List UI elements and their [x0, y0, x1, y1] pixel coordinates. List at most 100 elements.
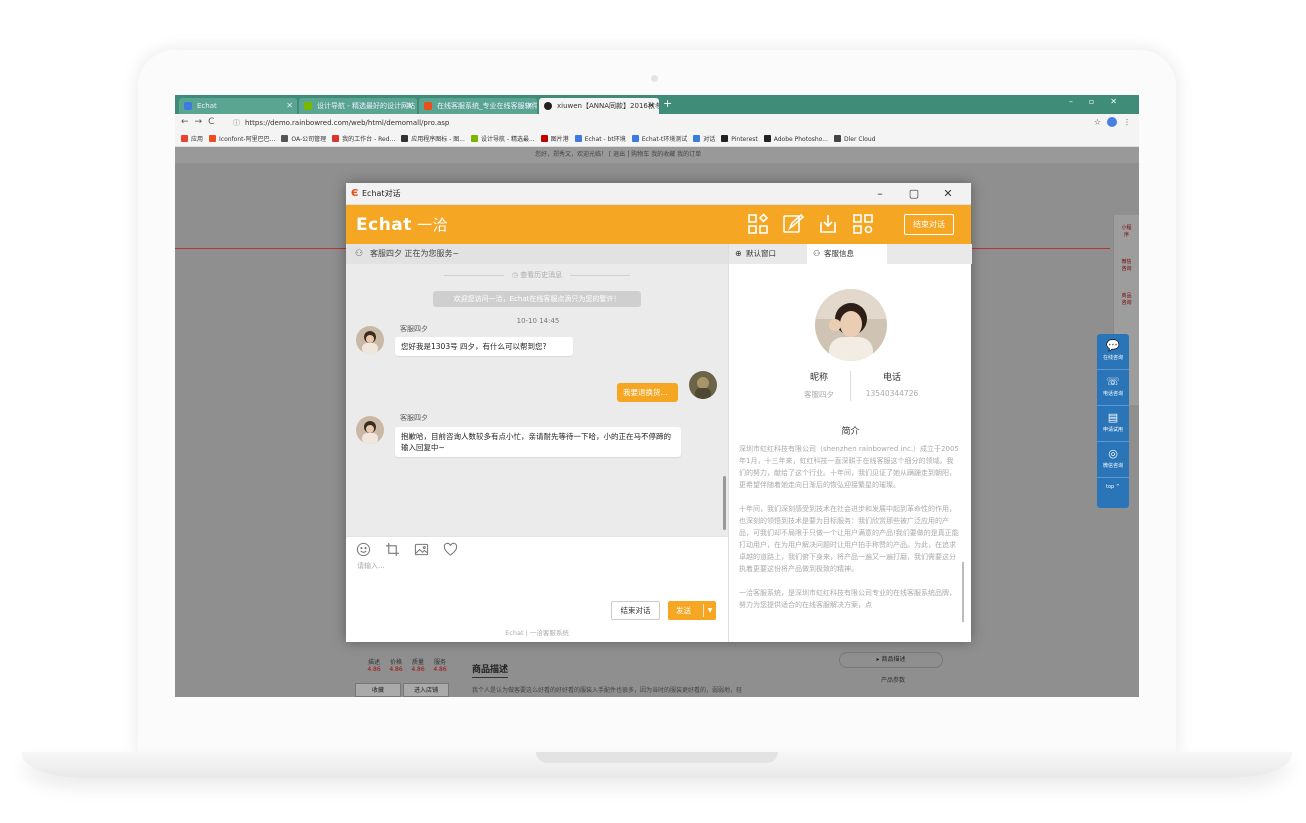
- float-apply-trial[interactable]: ▤ 申请试用: [1097, 406, 1129, 442]
- sidebar-item-miniprogram[interactable]: 小程序: [1114, 215, 1139, 249]
- end-chat-top-button[interactable]: 结束对话: [904, 214, 954, 235]
- sidebar-item-product[interactable]: 商品咨询: [1114, 283, 1139, 317]
- profile-avatar-icon[interactable]: [1107, 117, 1117, 127]
- bookmark-favicon-icon: [574, 135, 582, 142]
- message-composer: 请输入... 结束对话 发送 ▼ Echat | 一洽客服系统: [346, 536, 728, 642]
- tab-default-window[interactable]: ⊕ 默认窗口: [729, 244, 807, 264]
- chat-pane: ⚇ 客服四夕 正在为您服务~ ◷ 查看历史消息 欢迎您访问一洽，Echat在线客…: [346, 244, 728, 642]
- history-link[interactable]: ◷ 查看历史消息: [346, 270, 728, 280]
- bookmark-favicon-icon: [631, 135, 639, 142]
- url-field[interactable]: ⓘ https://demo.rainbowred.com/web/html/d…: [233, 117, 1073, 129]
- menu-product-params[interactable]: 产品参数: [881, 675, 905, 684]
- browser-tab-3[interactable]: 在线客服系统_专业在线客服软件 ✕: [419, 98, 537, 114]
- browser-tab-4[interactable]: xiuwen【ANNA同款】2016秋冬 ✕: [539, 98, 659, 114]
- bookmark-item[interactable]: OA-公司管理: [281, 132, 326, 146]
- minimize-icon[interactable]: –: [863, 183, 897, 205]
- agent-message-bubble: 抱歉哈，目前咨询人数较多有点小忙，亲请耐先等待一下哈，小的正在马不停蹄的输入回复…: [395, 427, 681, 457]
- tab-agent-info[interactable]: ⚇ 客服信息: [807, 244, 887, 264]
- address-right-icons[interactable]: ☆ ⋮: [1094, 117, 1131, 127]
- welcome-notice: 欢迎您访问一洽，Echat在线客服点滴只为您的警许！: [433, 291, 641, 307]
- agent-info-pane: ⊕ 默认窗口 ⚇ 客服信息 昵称 客服四夕 电话 13540344726 简介 深圳…: [728, 244, 972, 642]
- header-toolbar: [747, 213, 882, 239]
- chat-window-titlebar: Є Echat对话 – ▢ ✕: [346, 183, 971, 205]
- bookmark-favicon-icon: [332, 135, 340, 142]
- bookmark-item[interactable]: 应用: [181, 132, 203, 146]
- crop-screenshot-icon[interactable]: [385, 542, 400, 557]
- nav-icons[interactable]: ←→C: [181, 117, 220, 127]
- bookmark-item[interactable]: 应用程序图标 - 图...: [401, 132, 465, 146]
- agent-status-bar: ⚇ 客服四夕 正在为您服务~: [346, 244, 728, 264]
- float-wechat-consult[interactable]: ◎ 微信咨询: [1097, 442, 1129, 478]
- apps-grid-icon[interactable]: [747, 213, 769, 235]
- menu-product-desc[interactable]: ▸ 商品描述: [839, 652, 943, 668]
- maximize-icon[interactable]: ▢: [897, 183, 931, 205]
- tab-label: Echat: [197, 102, 217, 110]
- send-label: 发送: [676, 606, 691, 615]
- bookmark-favicon-icon: [721, 135, 729, 142]
- qrcode-icon[interactable]: [852, 213, 874, 235]
- send-button[interactable]: 发送 ▼: [668, 601, 716, 620]
- float-phone-consult[interactable]: ☏ 电话咨询: [1097, 370, 1129, 406]
- echat-logo-icon: Є: [351, 188, 359, 199]
- collect-button[interactable]: 收藏: [355, 683, 401, 697]
- chat-header: Echat ­一洽 结束对话: [346, 205, 971, 244]
- bookmark-favicon-icon: [833, 135, 841, 142]
- shop-scores: 描述 价格 质量 服务 4.86 4.86 4.86 4.86: [367, 659, 447, 673]
- bookmark-item[interactable]: 我的工作台 - Red...: [332, 132, 395, 146]
- wechat-icon: ◎: [1108, 447, 1118, 460]
- agent-message-bubble: 您好我是1303号 四夕，有什么可以帮到您?: [395, 337, 573, 356]
- address-bar: ←→C ⓘ https://demo.rainbowred.com/web/ht…: [175, 114, 1139, 132]
- bookmark-favicon-icon: [540, 135, 548, 142]
- bookmark-item[interactable]: Echat - bt环境: [574, 132, 626, 146]
- bookmark-item[interactable]: Dler Cloud: [833, 132, 875, 146]
- download-icon[interactable]: [817, 213, 839, 235]
- bookmark-item[interactable]: 设计导航 - 精选最...: [470, 132, 535, 146]
- browser-tab-1[interactable]: Echat ✕: [179, 98, 297, 114]
- new-tab-icon[interactable]: +: [663, 97, 672, 110]
- product-desc-text: 我个人是认为做客要这么好看的好好看的服装入手配件也很多，因为当时的服装更好看的，…: [472, 687, 743, 694]
- bookmark-item[interactable]: Iconfont-阿里巴巴...: [209, 132, 275, 146]
- image-icon[interactable]: [414, 542, 429, 557]
- agent-icon: ⚇: [813, 249, 821, 258]
- send-options-chevron-down-icon[interactable]: ▼: [703, 604, 716, 617]
- info-scrollbar[interactable]: [962, 562, 964, 622]
- phone-value: 13540344726: [865, 389, 919, 398]
- bookmark-item[interactable]: Pinterest: [721, 132, 758, 146]
- footer-brand: Echat | 一洽客服系统: [505, 629, 569, 637]
- bookmark-item[interactable]: Adobe Photosho...: [763, 132, 828, 146]
- tab-label: xiuwen【ANNA同款】2016秋冬: [557, 102, 659, 110]
- close-icon[interactable]: ✕: [931, 183, 965, 205]
- heart-icon[interactable]: [443, 542, 458, 557]
- contact-float-panel: 💬 在线咨询 ☏ 电话咨询 ▤ 申请试用 ◎ 微信咨询 top ^: [1097, 334, 1129, 508]
- bookmark-label: 对话: [703, 136, 716, 143]
- page-topline-text: 您好，郑秀文，欢迎光临！ [ 退出 ] 购物车 我的收藏 我的订单: [535, 151, 702, 158]
- agent-icon: ⚇: [355, 249, 364, 259]
- tab-close-icon[interactable]: ✕: [648, 98, 655, 114]
- chat-scrollbar[interactable]: [723, 476, 726, 530]
- float-top[interactable]: top ^: [1097, 478, 1129, 502]
- enter-store-button[interactable]: 进入店铺: [403, 683, 449, 697]
- bookmark-favicon-icon: [693, 135, 701, 142]
- bookmark-item[interactable]: 图片港: [540, 132, 569, 146]
- end-chat-button[interactable]: 结束对话: [611, 601, 660, 620]
- emoji-icon[interactable]: [356, 542, 371, 557]
- nav-divider: [970, 248, 1110, 249]
- sidebar-item-wechat[interactable]: 微信咨询: [1114, 249, 1139, 283]
- bookmark-item[interactable]: Echat-t环境测试: [631, 132, 687, 146]
- screen: Echat ✕ 设计导航 - 精选最好的设计网站 ✕ 在线客服系统_专业在线客服…: [175, 95, 1139, 697]
- product-desc-title: 商品描述: [472, 662, 509, 678]
- message-input[interactable]: 请输入...: [357, 561, 385, 571]
- bookmark-label: 设计导航 - 精选最...: [480, 136, 535, 143]
- tab-close-icon[interactable]: ✕: [526, 98, 533, 114]
- window-controls[interactable]: –▫✕: [1069, 97, 1133, 106]
- bookmark-favicon-icon: [401, 135, 409, 142]
- tab-close-icon[interactable]: ✕: [286, 98, 293, 114]
- url-text: https://demo.rainbowred.com/web/html/dem…: [245, 119, 450, 127]
- composer-toolbar: [356, 542, 467, 561]
- bookmark-item[interactable]: 对话: [693, 132, 716, 146]
- edit-note-icon[interactable]: [782, 213, 805, 235]
- window-title: Echat对话: [362, 189, 401, 198]
- browser-tab-2[interactable]: 设计导航 - 精选最好的设计网站 ✕: [299, 98, 417, 114]
- tab-close-icon[interactable]: ✕: [406, 98, 413, 114]
- float-online-consult[interactable]: 💬 在线咨询: [1097, 334, 1129, 370]
